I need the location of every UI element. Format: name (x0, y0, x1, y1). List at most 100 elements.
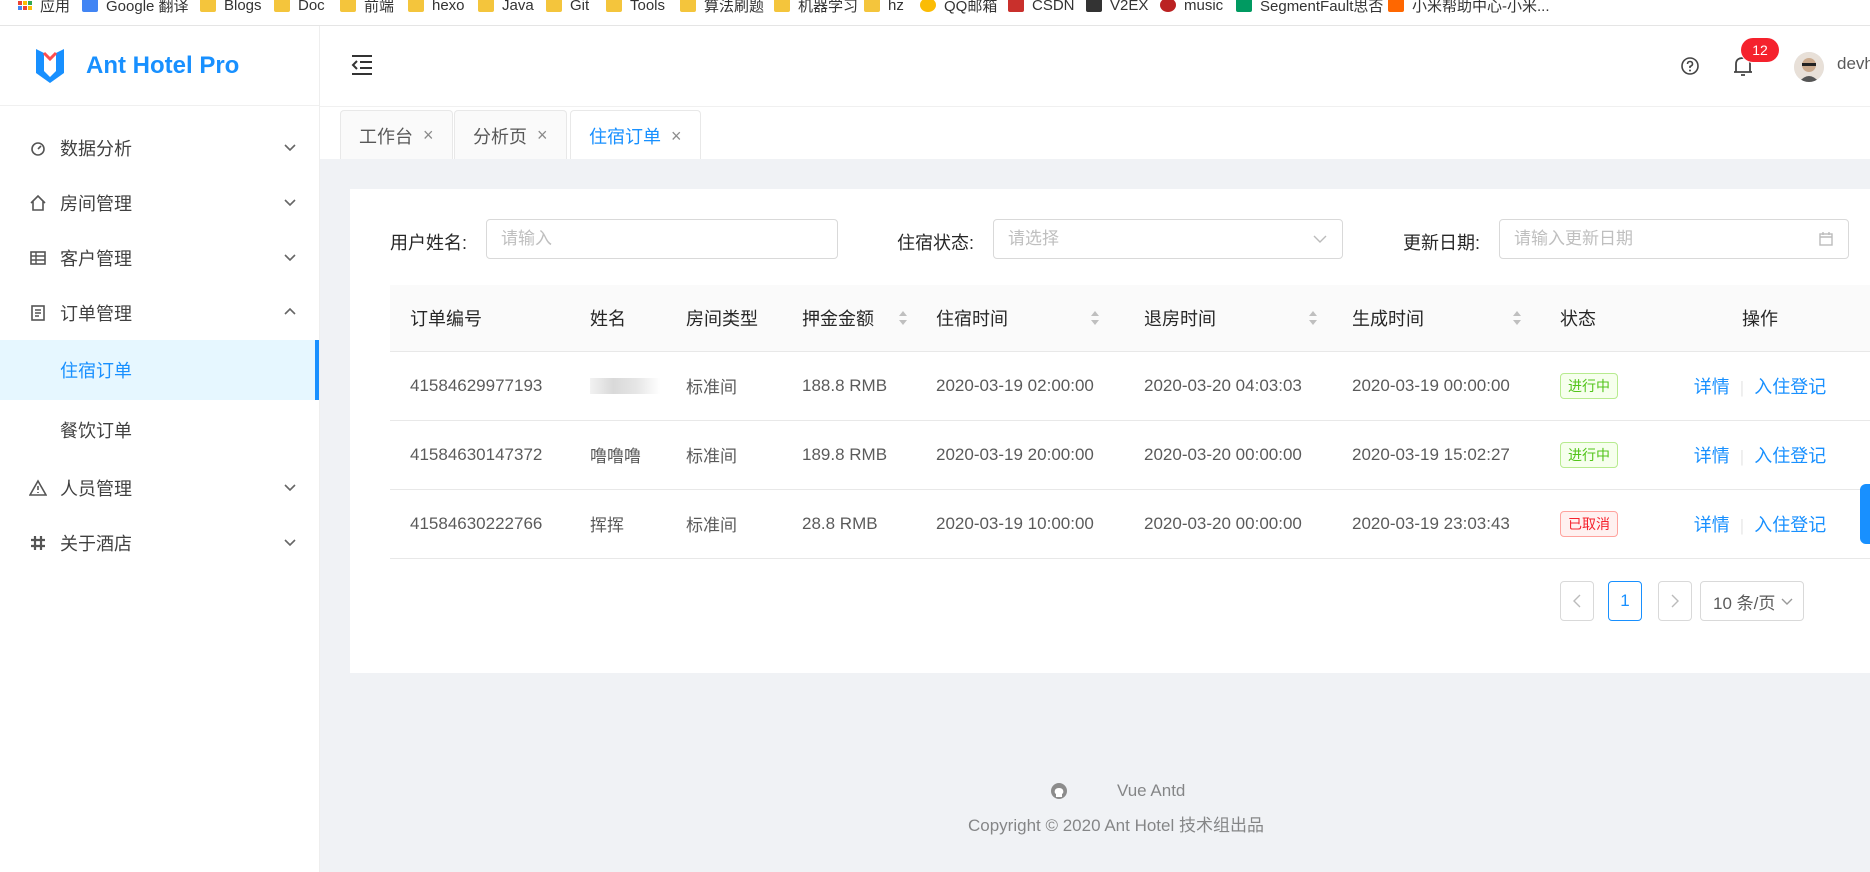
bookmark-segmentfault[interactable]: SegmentFault思否 (1236, 0, 1384, 15)
column-header-sortable[interactable]: 住宿时间 (916, 285, 1124, 352)
sidebar-item-label: 关于酒店 (60, 533, 132, 554)
bookmark-hz[interactable]: hz (864, 0, 904, 14)
bookmark-frontend[interactable]: 前端 (340, 0, 395, 15)
sidebar-item-data-analysis[interactable]: 数据分析 (0, 120, 319, 175)
close-icon[interactable]: × (671, 126, 682, 147)
sidebar-item-customer-management[interactable]: 客户管理 (0, 230, 319, 285)
folder-icon (546, 0, 562, 12)
logo-icon (36, 48, 64, 83)
checkin-link[interactable]: 入住登记 (1754, 446, 1826, 466)
detail-link[interactable]: 详情 (1694, 515, 1730, 535)
bookmark-label: Java (502, 0, 534, 14)
checkout-time: 2020-03-20 04:03:03 (1124, 351, 1332, 421)
dashboard-icon (28, 138, 48, 158)
menu-fold-icon[interactable] (350, 54, 374, 76)
apps-grid-icon (18, 0, 32, 10)
orders-table: 订单编号 姓名 房间类型 押金金额 住宿时间 退房时间 生成时间 状态 操作 4… (390, 285, 1870, 559)
home-icon (28, 193, 48, 213)
room-type: 标准间 (666, 489, 782, 559)
sidebar-item-about-hotel[interactable]: 关于酒店 (0, 515, 319, 570)
close-icon[interactable]: × (537, 125, 548, 146)
bookmark-label: 机器学习 (798, 0, 859, 15)
bookmark-label: Blogs (224, 0, 262, 14)
bookmark-music[interactable]: music (1160, 0, 1223, 14)
folder-icon (864, 0, 880, 12)
created-time: 2020-03-19 23:03:43 (1332, 489, 1540, 559)
sidebar-item-room-management[interactable]: 房间管理 (0, 175, 319, 230)
tab-workbench[interactable]: 工作台 × (340, 110, 453, 160)
tab-label: 住宿订单 (589, 127, 661, 147)
bookmark-algorithms[interactable]: 算法刷题 (680, 0, 764, 15)
date-filter-input[interactable]: 请输入更新日期 (1499, 219, 1849, 259)
status-filter-select[interactable]: 请选择 (993, 219, 1343, 259)
bookmark-java[interactable]: Java (478, 0, 534, 14)
name-filter-label: 用户姓名: (390, 233, 468, 253)
sidebar-subitem-lodging-orders[interactable]: 住宿订单 (0, 340, 319, 400)
bookmark-tools[interactable]: Tools (606, 0, 665, 14)
bookmark-doc[interactable]: Doc (274, 0, 325, 14)
page-size-select[interactable]: 10 条/页 (1700, 581, 1804, 621)
bookmark-qqmail[interactable]: QQ邮箱 (920, 0, 997, 15)
logo[interactable]: Ant Hotel Pro (0, 26, 319, 106)
column-header-sortable[interactable]: 押金金额 (782, 285, 916, 352)
bookmark-google-translate[interactable]: Google 翻译 (82, 0, 189, 15)
google-translate-icon (82, 0, 98, 12)
pagination-page[interactable]: 1 (1608, 581, 1642, 621)
close-icon[interactable]: × (423, 125, 434, 146)
bookmark-csdn[interactable]: CSDN (1008, 0, 1075, 14)
chevron-left-icon (1573, 594, 1581, 608)
actions-cell: 详情 | 入住登记 (1650, 351, 1870, 421)
checkin-link[interactable]: 入住登记 (1754, 377, 1826, 397)
footer-link-vue-antd[interactable]: Vue Antd (1117, 781, 1185, 801)
bookmark-label: 应用 (40, 0, 71, 15)
question-circle-icon[interactable] (1680, 56, 1700, 76)
sidebar-item-order-management[interactable]: 订单管理 (0, 285, 319, 340)
actions-cell: 详情 | 入住登记 (1650, 489, 1870, 559)
order-id: 41584630222766 (390, 489, 570, 559)
bookmark-mi[interactable]: 小米帮助中心-小米... (1388, 0, 1550, 15)
scroll-handle[interactable] (1860, 484, 1870, 544)
status-badge: 进行中 (1560, 441, 1618, 468)
checkin-link[interactable]: 入住登记 (1754, 515, 1826, 535)
sort-icon (1309, 311, 1317, 325)
bookmark-apps[interactable]: 应用 (18, 0, 71, 15)
checkout-time: 2020-03-20 00:00:00 (1124, 420, 1332, 490)
bookmark-label: SegmentFault思否 (1260, 0, 1384, 15)
folder-icon (408, 0, 424, 12)
pagination-next[interactable] (1658, 581, 1692, 621)
bookmark-label: Git (570, 0, 590, 14)
bookmark-v2ex[interactable]: V2EX (1086, 0, 1148, 14)
order-id: 41584629977193 (390, 351, 570, 421)
github-icon[interactable] (1050, 782, 1068, 800)
detail-link[interactable]: 详情 (1694, 446, 1730, 466)
pagination-prev[interactable] (1560, 581, 1594, 621)
username[interactable]: devh (1837, 54, 1870, 74)
bookmarks-bar: 应用 Google 翻译 Blogs Doc 前端 hexo Java Git … (0, 0, 1870, 26)
folder-icon (606, 0, 622, 12)
chevron-up-icon (284, 307, 296, 315)
chevron-down-icon (284, 254, 296, 262)
sidebar-item-label: 客户管理 (60, 248, 132, 269)
column-header-sortable[interactable]: 生成时间 (1332, 285, 1540, 352)
column-header-sortable[interactable]: 退房时间 (1124, 285, 1332, 352)
bookmark-label: Google 翻译 (106, 0, 189, 15)
folder-icon (274, 0, 290, 12)
footer-copyright: Copyright © 2020 Ant Hotel 技术组出品 (968, 816, 1264, 835)
bookmark-blogs[interactable]: Blogs (200, 0, 262, 14)
tab-analysis[interactable]: 分析页 × (454, 110, 567, 160)
bookmark-ml[interactable]: 机器学习 (774, 0, 859, 15)
bookmark-label: hz (888, 0, 904, 14)
chevron-down-icon (1781, 598, 1793, 605)
bookmark-hexo[interactable]: hexo (408, 0, 465, 14)
detail-link[interactable]: 详情 (1694, 377, 1730, 397)
avatar[interactable] (1794, 52, 1824, 82)
name-filter-input[interactable]: 请输入 (486, 219, 838, 259)
mi-icon (1388, 0, 1404, 12)
bookmark-git[interactable]: Git (546, 0, 589, 14)
bookmark-label: Tools (630, 0, 666, 14)
bookmark-label: 前端 (364, 0, 395, 15)
tab-lodging-orders[interactable]: 住宿订单 × (570, 110, 701, 161)
sidebar-subitem-dining-orders[interactable]: 餐饮订单 (0, 400, 319, 460)
status-filter-label: 住宿状态: (897, 233, 975, 253)
sidebar-item-staff-management[interactable]: 人员管理 (0, 460, 319, 515)
